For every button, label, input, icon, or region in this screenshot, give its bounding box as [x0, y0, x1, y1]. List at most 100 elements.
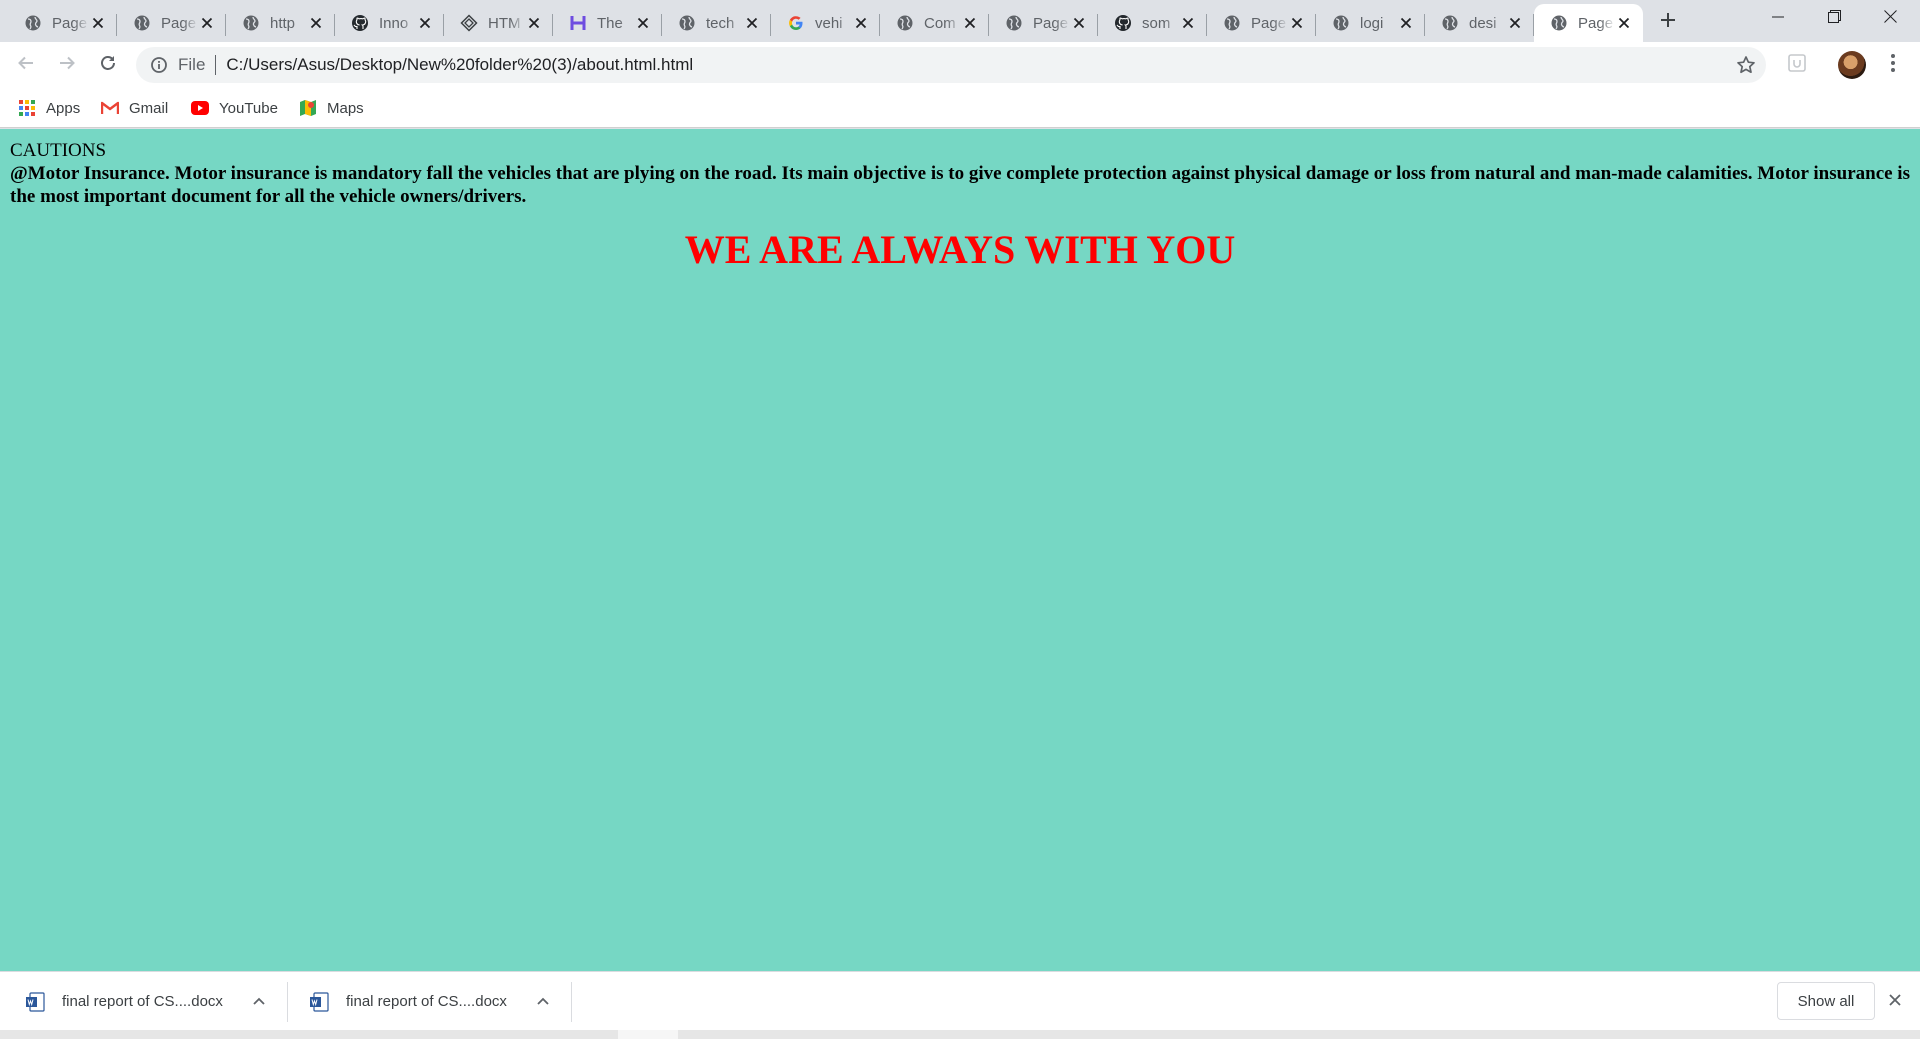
globe-icon — [1441, 14, 1459, 32]
close-tab-icon[interactable] — [852, 14, 870, 32]
close-shelf-button[interactable] — [1884, 991, 1906, 1013]
tab[interactable]: HTM — [444, 4, 553, 42]
show-all-button[interactable]: Show all — [1777, 982, 1875, 1020]
globe-icon — [678, 14, 696, 32]
maps-icon — [299, 99, 317, 117]
globe-icon — [242, 14, 260, 32]
tab-strip: Page Page http Inno HTM The tech vehi Com Page som… — [0, 0, 1920, 42]
bookmark-maps[interactable]: Maps — [299, 96, 364, 120]
download-options-button[interactable] — [248, 991, 270, 1013]
gmail-icon — [101, 99, 119, 117]
address-divider — [215, 55, 217, 75]
tab-title: HTM — [488, 14, 521, 32]
download-options-button[interactable] — [532, 991, 554, 1013]
download-filename: final report of CS....docx — [62, 993, 223, 1010]
profile-button[interactable] — [1837, 50, 1867, 80]
tab[interactable]: Inno — [335, 4, 444, 42]
new-tab-button[interactable] — [1655, 9, 1681, 35]
word-doc-icon — [308, 991, 330, 1013]
page-headline: WE ARE ALWAYS WITH YOU — [684, 227, 1236, 272]
close-tab-icon[interactable] — [1179, 14, 1197, 32]
tab[interactable]: tech — [662, 4, 771, 42]
download-item[interactable]: final report of CS....docx — [308, 972, 507, 1031]
tab[interactable]: http — [226, 4, 335, 42]
download-filename: final report of CS....docx — [346, 993, 507, 1010]
page-content: CAUTIONS @Motor Insurance. Motor insuran… — [0, 129, 1920, 971]
browser-toolbar: File C:/Users/Asus/Desktop/New%20folder%… — [0, 42, 1920, 88]
tab[interactable]: Page — [117, 4, 226, 42]
bookmark-youtube[interactable]: YouTube — [191, 96, 278, 120]
address-bar[interactable]: File C:/Users/Asus/Desktop/New%20folder%… — [136, 47, 1766, 83]
tab[interactable]: Com — [880, 4, 989, 42]
back-arrow-icon — [17, 54, 35, 77]
reload-button[interactable] — [92, 49, 124, 81]
word-doc-icon — [24, 991, 46, 1013]
info-icon[interactable] — [150, 56, 168, 74]
github-icon — [351, 14, 369, 32]
scheme-label: File — [178, 55, 206, 74]
close-tab-icon[interactable] — [1615, 14, 1633, 32]
horizontal-scrollbar[interactable] — [0, 1030, 1920, 1039]
bookmark-label: Maps — [327, 99, 364, 117]
tab[interactable]: Page — [8, 4, 117, 42]
bookmark-gmail[interactable]: Gmail — [101, 96, 168, 120]
scrollbar-thumb[interactable] — [618, 1030, 678, 1039]
chevron-up-icon — [252, 993, 266, 1011]
bookmark-apps[interactable]: Apps — [18, 96, 80, 120]
globe-icon — [133, 14, 151, 32]
close-tab-icon[interactable] — [1506, 14, 1524, 32]
h-logo-icon — [569, 14, 587, 32]
close-tab-icon[interactable] — [307, 14, 325, 32]
forward-button[interactable] — [51, 49, 83, 81]
tab-title: Page — [1578, 14, 1614, 32]
close-tab-icon[interactable] — [743, 14, 761, 32]
tab-title: Page — [1033, 14, 1069, 32]
close-tab-icon[interactable] — [416, 14, 434, 32]
download-item[interactable]: final report of CS....docx — [24, 972, 223, 1031]
close-tab-icon[interactable] — [525, 14, 543, 32]
tab-title: The — [597, 14, 623, 32]
forward-arrow-icon — [58, 54, 76, 77]
close-tab-icon[interactable] — [1288, 14, 1306, 32]
tab-title: som — [1142, 14, 1171, 32]
download-shelf: final report of CS....docx final report … — [0, 971, 1920, 1030]
close-tab-icon[interactable] — [1397, 14, 1415, 32]
bookmark-label: YouTube — [219, 99, 278, 117]
tab[interactable]: The — [553, 4, 662, 42]
apps-grid-icon — [18, 99, 36, 117]
url-text[interactable]: C:/Users/Asus/Desktop/New%20folder%20(3)… — [226, 55, 693, 75]
close-tab-icon[interactable] — [89, 14, 107, 32]
close-tab-icon[interactable] — [634, 14, 652, 32]
close-tab-icon[interactable] — [1070, 14, 1088, 32]
tab[interactable]: logi — [1316, 4, 1425, 42]
minimize-button[interactable] — [1750, 0, 1806, 38]
avatar — [1838, 51, 1866, 79]
globe-icon — [1332, 14, 1350, 32]
google-icon — [787, 14, 805, 32]
close-tab-icon[interactable] — [961, 14, 979, 32]
close-tab-icon[interactable] — [198, 14, 216, 32]
tab-active[interactable]: Page — [1534, 4, 1643, 42]
restore-button[interactable] — [1806, 0, 1862, 38]
download-divider — [571, 982, 572, 1022]
globe-icon — [1223, 14, 1241, 32]
back-button[interactable] — [10, 49, 42, 81]
cautions-heading: CAUTIONS — [10, 140, 107, 161]
globe-icon — [896, 14, 914, 32]
extension-button[interactable] — [1782, 50, 1812, 80]
tab-title: Page — [52, 14, 88, 32]
tab-title: vehi — [815, 14, 843, 32]
tab-title: Com — [924, 14, 956, 32]
chevron-up-icon — [536, 993, 550, 1011]
tab[interactable]: som — [1098, 4, 1207, 42]
restore-icon — [1827, 10, 1841, 28]
close-window-button[interactable] — [1862, 0, 1918, 38]
bookmark-label: Apps — [46, 99, 81, 117]
diamond-icon — [460, 14, 478, 32]
menu-button[interactable] — [1878, 50, 1908, 80]
tab[interactable]: desi — [1425, 4, 1534, 42]
tab[interactable]: Page — [989, 4, 1098, 42]
bookmark-star-icon[interactable] — [1736, 55, 1756, 75]
tab[interactable]: vehi — [771, 4, 880, 42]
tab[interactable]: Page — [1207, 4, 1316, 42]
